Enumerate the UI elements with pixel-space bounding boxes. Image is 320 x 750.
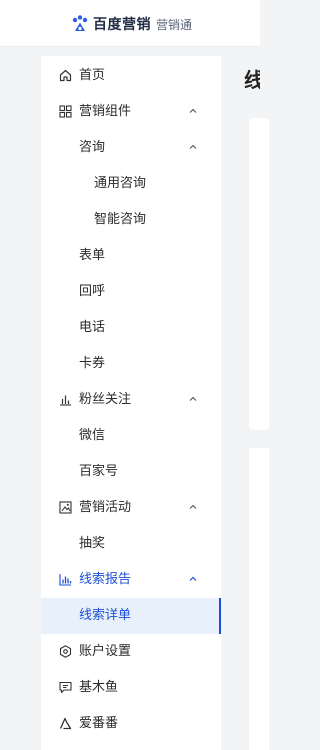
triangle-pen-icon xyxy=(58,716,72,730)
chevron-up-icon[interactable] xyxy=(189,575,197,583)
sidebar-item-consult[interactable]: 咨询 xyxy=(41,130,221,166)
sidebar-item-lead-report[interactable]: 线索报告 xyxy=(41,562,221,598)
image-frame-icon xyxy=(58,500,72,514)
selected-indicator xyxy=(219,598,221,634)
sidebar-item-account-settings[interactable]: 账户设置 xyxy=(41,634,221,670)
brand-product-name: 营销通 xyxy=(156,17,193,32)
sidebar-item-marketing-activity[interactable]: 营销活动 xyxy=(41,490,221,526)
sidebar-item-label: 智能咨询 xyxy=(94,212,147,227)
chevron-up-icon[interactable] xyxy=(189,395,197,403)
home-icon xyxy=(58,68,72,82)
sidebar-item-label: 回呼 xyxy=(79,284,106,299)
sidebar-item-coupon[interactable]: 卡券 xyxy=(41,346,221,382)
page-title: 线 xyxy=(244,68,260,92)
sidebar-item-label: 基木鱼 xyxy=(79,680,119,695)
sidebar-nav: 首页 营销组件 咨询 通用咨询 智能咨询 表单 回呼 电话 卡券 粉丝关注 微信 xyxy=(41,56,221,750)
sidebar-item-lottery[interactable]: 抽奖 xyxy=(41,526,221,562)
sidebar-item-wechat[interactable]: 微信 xyxy=(41,418,221,454)
sidebar-item-label: 爱番番 xyxy=(79,716,119,731)
sidebar-item-fans-follow[interactable]: 粉丝关注 xyxy=(41,382,221,418)
settings-circle-icon xyxy=(58,644,72,658)
brand-name: 百度营销 xyxy=(93,17,151,33)
sidebar-item-general-consult[interactable]: 通用咨询 xyxy=(41,166,221,202)
sidebar-item-label: 账户设置 xyxy=(79,644,132,659)
sidebar-item-label: 营销活动 xyxy=(79,500,132,515)
chevron-up-icon[interactable] xyxy=(189,503,197,511)
sidebar-item-lead-details[interactable]: 线索详单 xyxy=(41,598,221,634)
sidebar-item-label: 线索报告 xyxy=(79,572,132,587)
sidebar-item-smart-consult[interactable]: 智能咨询 xyxy=(41,202,221,238)
sidebar-item-label: 粉丝关注 xyxy=(79,392,132,407)
top-bar: 百度营销 营销通 xyxy=(0,0,260,47)
sidebar-item-phone[interactable]: 电话 xyxy=(41,310,221,346)
sidebar-item-callback[interactable]: 回呼 xyxy=(41,274,221,310)
sidebar-item-label: 卡券 xyxy=(79,356,106,371)
sidebar-item-label: 线索详单 xyxy=(79,608,132,623)
sidebar-item-label: 咨询 xyxy=(79,140,106,155)
chevron-up-icon[interactable] xyxy=(189,143,197,151)
sidebar-item-baijiahao[interactable]: 百家号 xyxy=(41,454,221,490)
sidebar-item-jimuyu[interactable]: 基木鱼 xyxy=(41,670,221,706)
sidebar-item-marketing-components[interactable]: 营销组件 xyxy=(41,94,221,130)
bar-chart-icon xyxy=(58,392,72,406)
grid-icon xyxy=(58,104,72,118)
chevron-up-icon[interactable] xyxy=(189,107,197,115)
sidebar-item-aifanfan[interactable]: 爱番番 xyxy=(41,706,221,742)
sidebar-item-label: 营销组件 xyxy=(79,104,132,119)
baidu-paw-icon xyxy=(72,15,88,31)
content-card xyxy=(249,118,269,430)
sidebar-item-label: 抽奖 xyxy=(79,536,106,551)
sidebar-item-home[interactable]: 首页 xyxy=(41,58,221,94)
sidebar-item-label: 表单 xyxy=(79,248,106,263)
brand-logo[interactable]: 百度营销 营销通 xyxy=(70,14,192,34)
content-panel xyxy=(249,448,269,750)
report-chart-icon xyxy=(58,572,72,586)
sidebar-item-form[interactable]: 表单 xyxy=(41,238,221,274)
sidebar-item-label: 首页 xyxy=(79,68,106,83)
sidebar-item-label: 电话 xyxy=(79,320,106,335)
sidebar-item-label: 微信 xyxy=(79,428,106,443)
sidebar-item-label: 通用咨询 xyxy=(94,176,147,191)
sidebar-item-label: 百家号 xyxy=(79,464,119,479)
message-square-icon xyxy=(58,680,72,694)
